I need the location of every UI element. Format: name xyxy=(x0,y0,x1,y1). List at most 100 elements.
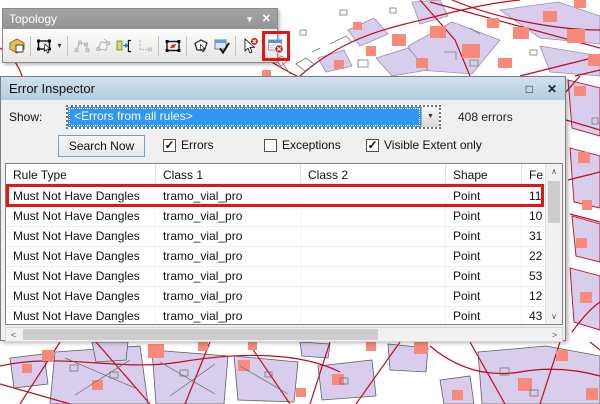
scroll-right-icon[interactable]: > xyxy=(547,328,562,341)
topology-edit-tool-button[interactable] xyxy=(34,35,55,57)
scroll-down-icon[interactable]: ∨ xyxy=(546,309,562,324)
validate-entire-topology-icon xyxy=(214,39,230,54)
validate-topology-in-specified-area-button[interactable] xyxy=(162,35,183,57)
close-icon[interactable]: ✕ xyxy=(547,83,557,95)
column-header-rule-type[interactable]: Rule Type xyxy=(6,164,156,186)
show-rules-dropdown-value: <Errors from all rules> xyxy=(68,106,421,127)
show-rules-dropdown[interactable]: <Errors from all rules> ▼ xyxy=(66,104,441,129)
cell-shape: Point xyxy=(446,287,522,306)
cell-rule-type: Must Not Have Dangles xyxy=(6,267,156,286)
column-header-class-1[interactable]: Class 1 xyxy=(156,164,301,186)
error-inspector-titlebar[interactable]: Error Inspector □ ✕ xyxy=(1,77,565,100)
cell-shape: Point xyxy=(446,307,522,324)
split-features-icon xyxy=(116,39,131,52)
fix-topology-error-tool-button[interactable] xyxy=(239,35,260,57)
checkbox-box xyxy=(264,138,277,152)
map-topology-button[interactable] xyxy=(6,35,27,57)
maximize-icon[interactable]: □ xyxy=(526,83,533,95)
cell-shape: Point xyxy=(446,187,522,206)
table-row[interactable]: Must Not Have Dangles tramo_vial_pro Poi… xyxy=(6,207,546,227)
topology-edit-dropdown-icon[interactable]: ▾ xyxy=(55,35,64,57)
checkbox-label: Errors xyxy=(181,138,214,152)
table-header: Rule Type Class 1 Class 2 Shape Fe xyxy=(6,164,546,187)
separator xyxy=(158,35,159,56)
column-header-shape[interactable]: Shape xyxy=(446,164,522,186)
cell-class-1: tramo_vial_pro xyxy=(156,287,301,306)
checkbox-label: Exceptions xyxy=(282,138,341,152)
table-body: Must Not Have Dangles tramo_vial_pro Poi… xyxy=(6,187,546,324)
cell-class-2 xyxy=(301,287,446,306)
cell-rule-type: Must Not Have Dangles xyxy=(6,247,156,266)
cell-class-1: tramo_vial_pro xyxy=(156,247,301,266)
topology-toolbar-window: Topology ▾ ✕ ▾ xyxy=(2,8,290,63)
toolbar-options-dropdown-icon[interactable]: ▾ xyxy=(247,14,252,24)
cell-fe: 31 xyxy=(522,227,546,246)
table-row[interactable]: Must Not Have Dangles tramo_vial_pro Poi… xyxy=(6,187,546,207)
errors-checkbox[interactable]: ✓ Errors xyxy=(163,138,214,152)
cell-class-2 xyxy=(301,207,446,226)
checkbox-box: ✓ xyxy=(366,137,379,152)
show-label: Show: xyxy=(9,109,43,124)
topology-edit-tool-icon xyxy=(36,39,51,53)
visible-extent-only-checkbox[interactable]: ✓ Visible Extent only xyxy=(366,138,482,152)
cell-class-2 xyxy=(301,307,446,324)
validate-entire-topology-button[interactable] xyxy=(211,35,232,57)
horizontal-scrollbar[interactable]: < > xyxy=(5,327,563,342)
cell-class-2 xyxy=(301,267,446,286)
cell-class-2 xyxy=(301,227,446,246)
toolbar-annotation-rectangle xyxy=(262,30,290,61)
column-header-class-2[interactable]: Class 2 xyxy=(301,164,446,186)
cell-fe: 43 xyxy=(522,307,546,324)
cell-shape: Point xyxy=(446,227,522,246)
errors-table: Rule Type Class 1 Class 2 Shape Fe Must … xyxy=(5,163,563,325)
search-now-button[interactable]: Search Now xyxy=(58,135,145,157)
cell-rule-type: Must Not Have Dangles xyxy=(6,287,156,306)
fix-topology-error-tool-icon xyxy=(244,36,259,54)
vertical-scrollbar-thumb[interactable] xyxy=(548,181,560,223)
separator xyxy=(30,35,31,56)
table-row[interactable]: Must Not Have Dangles tramo_vial_pro Poi… xyxy=(6,287,546,307)
cell-class-2 xyxy=(301,187,446,206)
separator xyxy=(186,35,187,56)
error-inspector-button[interactable] xyxy=(266,35,287,57)
cell-fe: 53 xyxy=(522,267,546,286)
horizontal-scrollbar-thumb[interactable] xyxy=(23,329,378,340)
cell-class-1: tramo_vial_pro xyxy=(156,307,301,324)
vertical-scrollbar[interactable]: ∧ ∨ xyxy=(545,164,562,324)
modify-edge-button xyxy=(92,35,113,57)
exceptions-checkbox[interactable]: Exceptions xyxy=(264,138,341,152)
error-inspector-panel: Error Inspector □ ✕ Show: <Errors from a… xyxy=(0,76,566,342)
validate-topology-in-current-extent-icon xyxy=(193,38,208,52)
cell-fe: 10 xyxy=(522,207,546,226)
topology-tools-row: ▾ xyxy=(3,29,290,62)
error-inspector-icon xyxy=(268,39,284,54)
topology-title: Topology xyxy=(9,12,58,26)
dropdown-arrow-icon[interactable]: ▼ xyxy=(421,106,439,127)
table-row[interactable]: Must Not Have Dangles tramo_vial_pro Poi… xyxy=(6,307,546,324)
cell-shape: Point xyxy=(446,267,522,286)
scroll-left-icon[interactable]: < xyxy=(6,328,21,341)
topology-titlebar[interactable]: Topology ▾ ✕ xyxy=(3,9,277,29)
table-row[interactable]: Must Not Have Dangles tramo_vial_pro Poi… xyxy=(6,247,546,267)
separator xyxy=(67,35,68,56)
shared-features-button xyxy=(134,35,155,57)
table-row[interactable]: Must Not Have Dangles tramo_vial_pro Poi… xyxy=(6,227,546,247)
scroll-up-icon[interactable]: ∧ xyxy=(546,164,562,179)
split-features-button[interactable] xyxy=(113,35,134,57)
cell-class-1: tramo_vial_pro xyxy=(156,207,301,226)
shared-features-icon xyxy=(138,40,152,51)
modify-edge-icon xyxy=(95,38,110,51)
error-count-label: 408 errors xyxy=(458,109,513,124)
table-row[interactable]: Must Not Have Dangles tramo_vial_pro Poi… xyxy=(6,267,546,287)
controls-row: Search Now ✓ Errors Exceptions ✓ Visible… xyxy=(1,133,565,161)
construct-features-icon xyxy=(74,40,89,52)
cell-class-1: tramo_vial_pro xyxy=(156,267,301,286)
cell-rule-type: Must Not Have Dangles xyxy=(6,187,156,206)
column-header-fe[interactable]: Fe xyxy=(522,164,546,186)
cell-class-1: tramo_vial_pro xyxy=(156,227,301,246)
topology-close-icon[interactable]: ✕ xyxy=(262,13,271,25)
cell-class-2 xyxy=(301,247,446,266)
cell-rule-type: Must Not Have Dangles xyxy=(6,227,156,246)
validate-topology-in-current-extent-button[interactable] xyxy=(190,35,211,57)
cell-fe: 11 xyxy=(522,187,546,206)
